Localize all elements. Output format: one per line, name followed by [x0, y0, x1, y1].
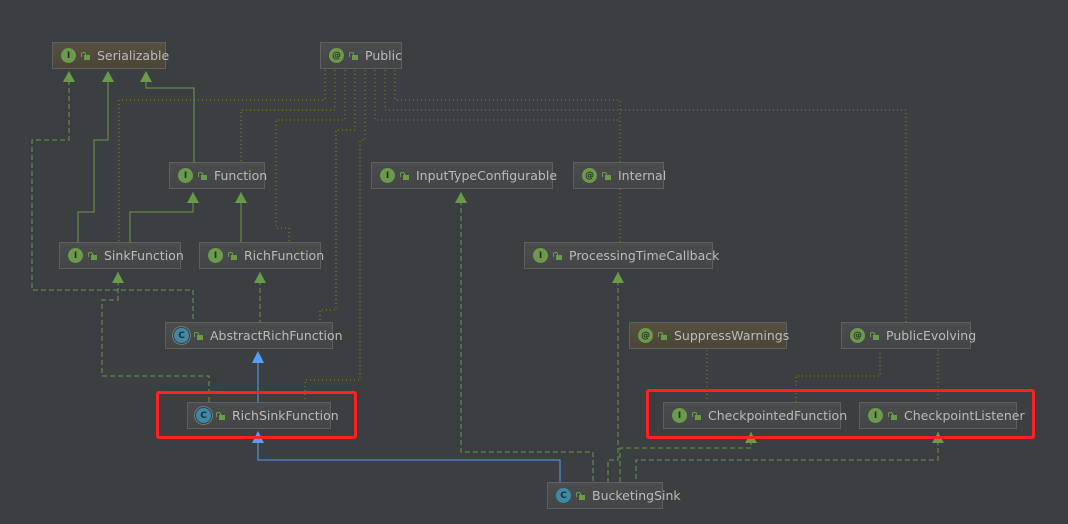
public-visibility-icon: [400, 171, 409, 180]
interface-icon: I: [208, 248, 223, 263]
node-label: Function: [214, 168, 268, 183]
implements-arrowheads: [63, 71, 944, 443]
public-visibility-icon: [576, 491, 585, 500]
annotation-icon: @: [582, 168, 597, 183]
interface-icon: I: [178, 168, 193, 183]
interface-icon: I: [380, 168, 395, 183]
annotation-icon: @: [638, 328, 653, 343]
public-visibility-icon: [602, 171, 611, 180]
interface-icon: I: [61, 48, 76, 63]
node-abstract-rich-function[interactable]: C AbstractRichFunction: [165, 322, 343, 349]
node-label: AbstractRichFunction: [210, 328, 343, 343]
node-label: BucketingSink: [592, 488, 681, 503]
public-visibility-icon: [870, 331, 879, 340]
node-public-evolving[interactable]: @ PublicEvolving: [841, 322, 976, 349]
node-label: SuppressWarnings: [674, 328, 790, 343]
public-visibility-icon: [349, 51, 358, 60]
class-icon: C: [556, 488, 571, 503]
node-label: InputTypeConfigurable: [416, 168, 558, 183]
node-public[interactable]: @ Public: [320, 42, 402, 69]
node-label: RichFunction: [244, 248, 325, 263]
node-suppress-warnings[interactable]: @ SuppressWarnings: [629, 322, 790, 349]
node-label: Internal: [618, 168, 667, 183]
node-sink-function[interactable]: I SinkFunction: [59, 242, 184, 269]
public-visibility-icon: [658, 331, 667, 340]
node-label: SinkFunction: [104, 248, 184, 263]
public-visibility-icon: [88, 251, 97, 260]
node-bucketing-sink[interactable]: C BucketingSink: [547, 482, 681, 509]
public-visibility-icon: [553, 251, 562, 260]
interface-icon: I: [68, 248, 83, 263]
node-processing-time-callback[interactable]: I ProcessingTimeCallback: [524, 242, 719, 269]
node-internal[interactable]: @ Internal: [573, 162, 667, 189]
node-rich-function[interactable]: I RichFunction: [199, 242, 325, 269]
node-serializable[interactable]: I Serializable: [52, 42, 170, 69]
interface-icon: I: [533, 248, 548, 263]
public-visibility-icon: [81, 51, 90, 60]
highlight-box-rich-sink-function: [156, 391, 357, 439]
uml-diagram: I Serializable @ Public I Function I InputTypeC…: [0, 0, 1068, 524]
public-visibility-icon: [228, 251, 237, 260]
node-function[interactable]: I Function: [169, 162, 268, 189]
node-label: Serializable: [97, 48, 170, 63]
annotation-edges: [118, 70, 939, 402]
annotation-icon: @: [329, 48, 344, 63]
node-label: PublicEvolving: [886, 328, 977, 343]
node-label: Public: [365, 48, 402, 63]
public-visibility-icon: [198, 171, 207, 180]
node-input-type-configurable[interactable]: I InputTypeConfigurable: [371, 162, 557, 189]
highlight-box-checkpoint-interfaces: [646, 389, 1035, 439]
abstract-class-icon: C: [174, 328, 189, 343]
node-label: ProcessingTimeCallback: [569, 248, 720, 263]
annotation-icon: @: [850, 328, 865, 343]
public-visibility-icon: [194, 331, 203, 340]
